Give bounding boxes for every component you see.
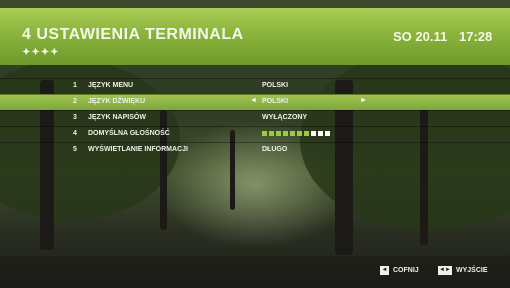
volume-segment-empty — [311, 131, 316, 136]
volume-segment-filled — [290, 131, 295, 136]
tv-settings-screen: 4 USTAWIENIA TERMINALA ✦✦✦✦ SO 20.11 17:… — [0, 0, 510, 288]
item-number: 1 — [73, 82, 77, 89]
item-label: WYŚWIETLANIE INFORMACJI — [88, 146, 188, 153]
item-number: 3 — [73, 114, 77, 121]
date-display: SO 20.11 — [393, 29, 448, 44]
item-label: JĘZYK DŹWIĘKU — [88, 98, 146, 105]
menu-item-subtitle-language[interactable]: 3 JĘZYK NAPISÓW WYŁĄCZONY — [0, 110, 510, 126]
item-number: 5 — [73, 146, 77, 153]
item-value: POLSKI — [262, 98, 289, 105]
item-number: 2 — [73, 98, 77, 105]
volume-bar[interactable] — [262, 131, 330, 136]
menu-item-audio-language[interactable]: 2 JĘZYK DŹWIĘKU ◄ POLSKI ► — [0, 94, 510, 110]
volume-segment-filled — [269, 131, 274, 136]
exit-label: WYJŚCIE — [456, 267, 488, 274]
item-number: 4 — [73, 130, 77, 137]
arrow-left-icon[interactable]: ◄ — [250, 97, 257, 104]
menu-item-info-display[interactable]: 5 WYŚWIETLANIE INFORMACJI DŁUGO — [0, 142, 510, 158]
volume-segment-filled — [262, 131, 267, 136]
footer-bar — [0, 256, 510, 288]
menu-item-default-volume[interactable]: 4 DOMYŚLNA GŁOŚNOŚĆ — [0, 126, 510, 142]
item-value: WYŁĄCZONY — [262, 114, 308, 121]
item-label: DOMYŚLNA GŁOŚNOŚĆ — [88, 130, 170, 137]
volume-segment-filled — [276, 131, 281, 136]
item-label: JĘZYK NAPISÓW — [88, 114, 146, 121]
volume-segment-filled — [304, 131, 309, 136]
back-button[interactable]: ◄ COFNIJ — [380, 266, 419, 275]
item-value: POLSKI — [262, 82, 289, 89]
page-title: 4 USTAWIENIA TERMINALA — [22, 26, 244, 43]
clock-display: 17:28 — [459, 29, 493, 44]
arrow-right-icon[interactable]: ► — [360, 97, 367, 104]
exit-key-icon: ◄► — [438, 266, 452, 275]
back-label: COFNIJ — [393, 267, 419, 274]
volume-segment-empty — [325, 131, 330, 136]
page-indicator: ✦✦✦✦ — [22, 47, 60, 58]
menu-item-menu-language[interactable]: 1 JĘZYK MENU POLSKI — [0, 78, 510, 94]
back-key-icon: ◄ — [380, 266, 389, 275]
item-value: DŁUGO — [262, 146, 288, 153]
exit-button[interactable]: ◄► WYJŚCIE — [438, 266, 488, 275]
volume-segment-empty — [318, 131, 323, 136]
item-label: JĘZYK MENU — [88, 82, 134, 89]
volume-segment-filled — [283, 131, 288, 136]
volume-segment-filled — [297, 131, 302, 136]
